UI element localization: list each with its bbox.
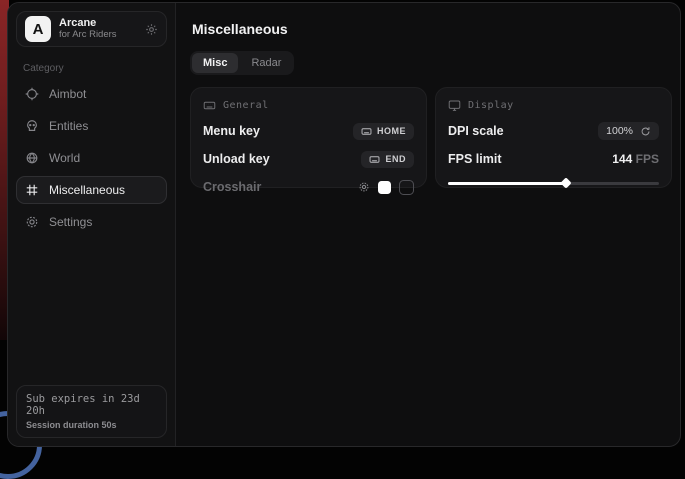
sidebar-item-label: Aimbot (49, 87, 86, 101)
sidebar-item-entities[interactable]: Entities (16, 112, 167, 140)
menu-key-bind-button[interactable]: HOME (353, 123, 414, 140)
brand-text: Arcane for Arc Riders (59, 17, 137, 41)
app-window: A Arcane for Arc Riders Category Aimbot (7, 2, 681, 447)
unload-key-value: END (385, 154, 406, 164)
brand-name: Arcane (59, 17, 137, 30)
dpi-scale-label: DPI scale (448, 124, 504, 138)
crosshair-checkbox[interactable] (399, 180, 414, 195)
globe-icon (24, 151, 39, 165)
crosshair-icon (24, 87, 39, 101)
sidebar-item-label: Settings (49, 215, 92, 229)
brand-subtitle: for Arc Riders (59, 30, 137, 41)
unload-key-row: Unload key END (203, 150, 414, 168)
display-panel-title: Display (468, 100, 514, 111)
crosshair-settings-gear-icon[interactable] (358, 181, 370, 193)
skull-icon (24, 119, 39, 133)
reset-icon[interactable] (640, 126, 651, 137)
crosshair-color-swatch[interactable] (378, 181, 391, 194)
dpi-scale-row: DPI scale 100% (448, 122, 659, 140)
general-panel-title: General (223, 100, 269, 111)
sidebar-item-settings[interactable]: Settings (16, 208, 167, 236)
main-content: Miscellaneous Misc Radar General (176, 3, 681, 446)
session-duration-text: Session duration 50s (26, 420, 157, 430)
subscription-card: Sub expires in 23d 20h Session duration … (16, 385, 167, 438)
brand-card[interactable]: A Arcane for Arc Riders (16, 11, 167, 47)
menu-key-row: Menu key HOME (203, 122, 414, 140)
page-title: Miscellaneous (192, 21, 672, 37)
fps-limit-slider[interactable] (448, 178, 659, 188)
slider-thumb[interactable] (560, 177, 571, 188)
tab-radar[interactable]: Radar (240, 53, 292, 73)
dpi-scale-value: 100% (606, 125, 633, 137)
grid-icon (24, 183, 39, 197)
sidebar: A Arcane for Arc Riders Category Aimbot (8, 3, 176, 446)
sidebar-item-world[interactable]: World (16, 144, 167, 172)
keyboard-icon (203, 99, 216, 112)
fps-unit: FPS (632, 152, 659, 166)
category-label: Category (23, 63, 167, 74)
sidebar-item-aimbot[interactable]: Aimbot (16, 80, 167, 108)
tab-misc[interactable]: Misc (192, 53, 238, 73)
crosshair-controls (358, 180, 414, 195)
general-panel-header: General (203, 99, 414, 112)
sidebar-item-label: Entities (49, 119, 88, 133)
menu-key-value: HOME (377, 126, 406, 136)
gear-icon[interactable] (145, 23, 158, 36)
display-panel-header: Display (448, 99, 659, 112)
fps-limit-value: 144 FPS (612, 152, 659, 166)
keyboard-icon (369, 154, 380, 165)
brand-logo: A (25, 16, 51, 42)
tab-bar: Misc Radar (190, 51, 294, 75)
slider-fill (448, 182, 566, 185)
monitor-icon (448, 99, 461, 112)
general-panel: General Menu key HOME Unload key (190, 87, 427, 188)
unload-key-bind-button[interactable]: END (361, 151, 414, 168)
sidebar-item-miscellaneous[interactable]: Miscellaneous (16, 176, 167, 204)
crosshair-label: Crosshair (203, 180, 261, 194)
keyboard-icon (361, 126, 372, 137)
sidebar-item-label: Miscellaneous (49, 183, 125, 197)
fps-limit-row: FPS limit 144 FPS (448, 150, 659, 168)
crosshair-row: Crosshair (203, 178, 414, 196)
display-panel: Display DPI scale 100% (435, 87, 672, 188)
dpi-scale-control[interactable]: 100% (598, 122, 659, 140)
sub-expires-text: Sub expires in 23d 20h (26, 393, 157, 417)
unload-key-label: Unload key (203, 152, 270, 166)
fps-limit-label: FPS limit (448, 152, 501, 166)
sidebar-item-label: World (49, 151, 80, 165)
menu-key-label: Menu key (203, 124, 260, 138)
gear-icon (24, 215, 39, 229)
panels-row: General Menu key HOME Unload key (190, 87, 672, 188)
